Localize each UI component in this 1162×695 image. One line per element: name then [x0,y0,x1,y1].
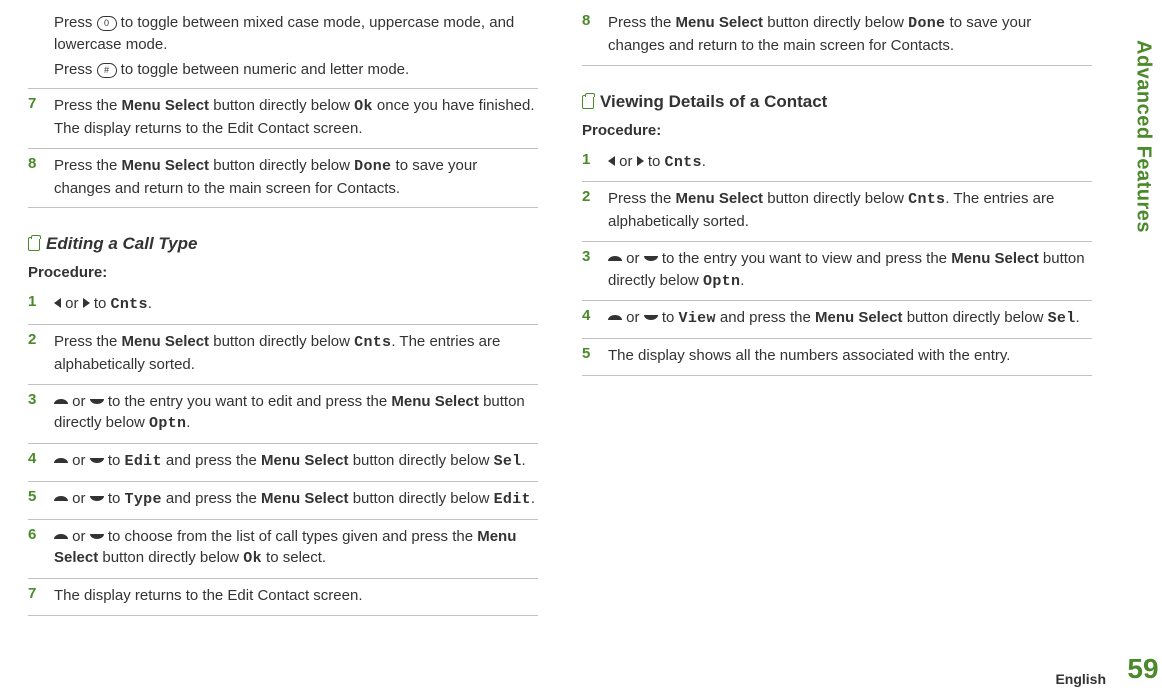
step-text: Press the Menu Select button directly be… [608,188,1092,233]
step-number: 6 [28,526,44,543]
clipboard-icon [28,237,40,251]
step-number: 1 [28,293,44,310]
nav-up-icon [54,534,68,539]
step-number: 2 [28,331,44,348]
nav-left-icon [54,298,61,308]
nav-right-icon [83,298,90,308]
step-text: Press the Menu Select button directly be… [608,12,1092,57]
nav-up-icon [54,496,68,501]
procedure-label: Procedure: [582,122,1092,139]
step-text: or to View and press the Menu Select but… [608,307,1080,330]
nav-up-icon [608,256,622,261]
nav-down-icon [90,399,104,404]
step-text: Press 0 to toggle between mixed case mod… [54,12,538,80]
text: Press [54,61,97,78]
heading-text: Viewing Details of a Contact [600,92,827,112]
section-heading-editing: Editing a Call Type [28,234,538,254]
nav-down-icon [644,256,658,261]
step-number: 5 [582,345,598,362]
step-number: 4 [28,450,44,467]
key-hash-icon: # [97,63,117,78]
edit-step-4: 4 or to Edit and press the Menu Select b… [28,444,538,482]
nav-up-icon [608,315,622,320]
step-number: 8 [28,155,44,172]
step-continuation: Press 0 to toggle between mixed case mod… [28,6,538,89]
step-text: Press the Menu Select button directly be… [54,155,538,200]
step-number: 3 [28,391,44,408]
edit-step-1: 1 or to Cnts. [28,287,538,325]
step-text: or to Type and press the Menu Select but… [54,488,535,511]
section-label: Advanced Features [1132,40,1155,233]
step-text: or to Cnts. [54,293,152,316]
text: to toggle between numeric and letter mod… [117,61,410,78]
edit-step-3: 3 or to the entry you want to edit and p… [28,385,538,445]
edit-step-7: 7 The display returns to the Edit Contac… [28,579,538,616]
step-text: or to the entry you want to view and pre… [608,248,1092,293]
step-8: 8 Press the Menu Select button directly … [28,149,538,209]
step-text: or to Cnts. [608,151,706,174]
step-number: 7 [28,95,44,112]
nav-right-icon [637,156,644,166]
step-text: Press the Menu Select button directly be… [54,331,538,376]
section-heading-viewing: Viewing Details of a Contact [582,92,1092,112]
view-step-2: 2 Press the Menu Select button directly … [582,182,1092,242]
key-zero-icon: 0 [97,16,117,31]
text: to toggle between mixed case mode, upper… [54,14,514,53]
heading-text: Editing a Call Type [46,234,197,254]
text: Press [54,14,97,31]
page-number: 59 [1127,653,1158,685]
step-number: 3 [582,248,598,265]
right-column: 8 Press the Menu Select button directly … [582,6,1092,616]
clipboard-icon [582,95,594,109]
page-content: Press 0 to toggle between mixed case mod… [0,0,1162,628]
view-step-5: 5 The display shows all the numbers asso… [582,339,1092,376]
step-number: 1 [582,151,598,168]
step-text: or to Edit and press the Menu Select but… [54,450,526,473]
step-text: The display shows all the numbers associ… [608,345,1010,367]
edit-step-2: 2 Press the Menu Select button directly … [28,325,538,385]
view-step-3: 3 or to the entry you want to view and p… [582,242,1092,302]
right-step-8: 8 Press the Menu Select button directly … [582,6,1092,66]
step-number: 7 [28,585,44,602]
step-text: or to choose from the list of call types… [54,526,538,571]
nav-up-icon [54,399,68,404]
view-step-4: 4 or to View and press the Menu Select b… [582,301,1092,339]
procedure-label: Procedure: [28,264,538,281]
step-7: 7 Press the Menu Select button directly … [28,89,538,149]
view-step-1: 1 or to Cnts. [582,145,1092,183]
edit-step-5: 5 or to Type and press the Menu Select b… [28,482,538,520]
left-column: Press 0 to toggle between mixed case mod… [28,6,538,616]
nav-down-icon [90,534,104,539]
step-text: Press the Menu Select button directly be… [54,95,538,140]
step-text: or to the entry you want to edit and pre… [54,391,538,436]
step-text: The display returns to the Edit Contact … [54,585,363,607]
step-number: 4 [582,307,598,324]
language-label: English [1055,671,1106,687]
nav-down-icon [644,315,658,320]
nav-down-icon [90,458,104,463]
step-number: 2 [582,188,598,205]
nav-left-icon [608,156,615,166]
step-number: 5 [28,488,44,505]
nav-down-icon [90,496,104,501]
sidebar: Advanced Features 59 [1128,40,1158,685]
step-number: 8 [582,12,598,29]
edit-step-6: 6 or to choose from the list of call typ… [28,520,538,580]
nav-up-icon [54,458,68,463]
